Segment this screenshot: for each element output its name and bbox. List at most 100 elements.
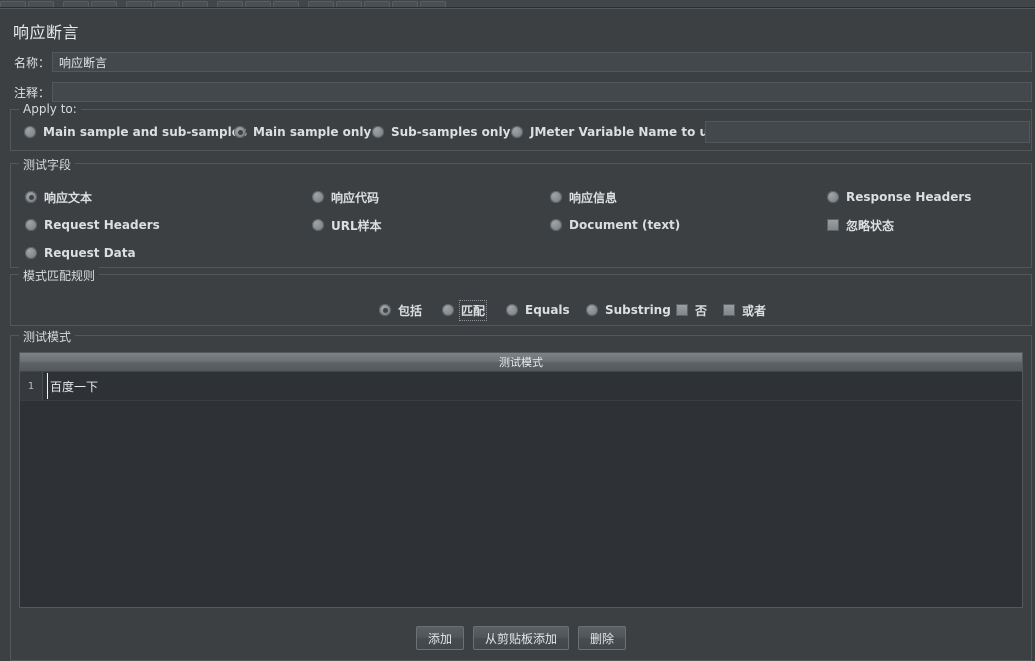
checkbox-icon	[676, 304, 688, 316]
radio-label: Request Data	[44, 246, 136, 260]
checkbox-label: 否	[695, 303, 708, 318]
table-column-header[interactable]: 测试模式	[20, 353, 1022, 372]
checkbox-icon	[827, 219, 839, 231]
radio-label: URL样本	[331, 218, 382, 233]
toolbar-button[interactable]	[392, 1, 418, 7]
toolbar-button[interactable]	[28, 1, 54, 7]
pattern-cell-input[interactable]: 百度一下	[43, 372, 1022, 400]
toolbar-separator	[56, 1, 63, 7]
toolbar-button[interactable]	[217, 1, 243, 7]
radio-response-message[interactable]: 响应信息	[550, 188, 617, 206]
radio-icon	[827, 191, 839, 203]
toolbar-button[interactable]	[91, 1, 117, 7]
add-from-clipboard-button[interactable]: 从剪贴板添加	[472, 626, 569, 650]
radio-request-data[interactable]: Request Data	[25, 244, 136, 262]
toolbar-button[interactable]	[182, 1, 208, 7]
radio-document-text[interactable]: Document (text)	[550, 216, 680, 234]
radio-url-sample[interactable]: URL样本	[312, 216, 382, 234]
radio-response-text[interactable]: 响应文本	[25, 188, 92, 206]
radio-icon	[25, 247, 37, 259]
radio-sub-samples-only[interactable]: Sub-samples only	[372, 123, 510, 141]
checkbox-or[interactable]: 或者	[723, 301, 766, 319]
toolbar-button[interactable]	[63, 1, 89, 7]
assertion-panel: 响应断言 名称： 响应断言 注释： Apply to: Main sample …	[0, 8, 1035, 661]
radio-substring[interactable]: Substring	[586, 301, 671, 319]
comment-input[interactable]	[52, 82, 1032, 102]
radio-icon	[442, 304, 454, 316]
toolbar	[0, 0, 1035, 8]
delete-button[interactable]: 删除	[578, 626, 627, 650]
test-patterns-table[interactable]: 测试模式 1 百度一下	[19, 352, 1023, 608]
radio-equals[interactable]: Equals	[506, 301, 570, 319]
radio-icon	[550, 191, 562, 203]
radio-label: Main sample only	[253, 125, 372, 139]
toolbar-separator	[119, 1, 126, 7]
radio-main-sample-and-sub-samples[interactable]: Main sample and sub-samples	[24, 123, 247, 141]
add-button[interactable]: 添加	[415, 626, 464, 650]
radio-icon	[586, 304, 598, 316]
radio-icon	[511, 126, 523, 138]
checkbox-label: 或者	[742, 303, 767, 318]
radio-icon	[379, 304, 391, 316]
name-label: 名称：	[14, 55, 51, 70]
radio-response-headers[interactable]: Response Headers	[827, 188, 971, 206]
checkbox-label: 忽略状态	[846, 218, 895, 233]
radio-contains[interactable]: 包括	[379, 301, 422, 319]
radio-icon	[25, 219, 37, 231]
radio-label: 响应代码	[331, 190, 380, 205]
pattern-cell-value: 百度一下	[50, 379, 99, 394]
test-field-group: 测试字段 响应文本 响应代码 响应信息 Response Headers Req…	[10, 156, 1032, 268]
radio-label: Substring	[605, 303, 671, 317]
name-input[interactable]: 响应断言	[52, 52, 1032, 72]
toolbar-button[interactable]	[420, 1, 446, 7]
radio-label: Main sample and sub-samples	[43, 125, 248, 139]
radio-icon	[24, 126, 36, 138]
radio-label: Response Headers	[846, 190, 972, 204]
toolbar-button[interactable]	[245, 1, 271, 7]
apply-to-group: Apply to: Main sample and sub-samples Ma…	[10, 102, 1032, 151]
radio-label: 包括	[398, 303, 423, 318]
radio-label: Sub-samples only	[391, 125, 511, 139]
pattern-rules-group: 模式匹配规则 包括 匹配 Equals Substring 否 或者	[10, 267, 1032, 326]
toolbar-button[interactable]	[126, 1, 152, 7]
toolbar-separator	[301, 1, 308, 7]
radio-main-sample-only[interactable]: Main sample only	[234, 123, 371, 141]
radio-icon	[234, 126, 246, 138]
toolbar-button[interactable]	[154, 1, 180, 7]
text-caret	[47, 373, 48, 399]
jmeter-variable-input[interactable]	[705, 121, 1030, 143]
page-title: 响应断言	[13, 23, 80, 42]
test-field-group-title: 测试字段	[19, 156, 76, 173]
toolbar-button[interactable]	[273, 1, 299, 7]
toolbar-button[interactable]	[364, 1, 390, 7]
radio-label: JMeter Variable Name to use	[530, 125, 724, 139]
test-patterns-group-title: 测试模式	[19, 328, 76, 345]
comment-row: 注释：	[0, 81, 1035, 103]
checkbox-icon	[723, 304, 735, 316]
radio-matches[interactable]: 匹配	[442, 299, 488, 321]
checkbox-ignore-status[interactable]: 忽略状态	[827, 216, 894, 234]
pattern-buttons: 添加 从剪贴板添加 删除	[11, 618, 1031, 658]
radio-label: Equals	[525, 303, 570, 317]
comment-label: 注释：	[14, 85, 51, 100]
radio-label: 响应文本	[44, 190, 93, 205]
checkbox-not[interactable]: 否	[676, 301, 707, 319]
response-assertion-window: 响应断言 名称： 响应断言 注释： Apply to: Main sample …	[0, 0, 1035, 661]
toolbar-separator	[210, 1, 217, 7]
table-body[interactable]: 1 百度一下	[20, 372, 1022, 607]
radio-label: Document (text)	[569, 218, 681, 232]
radio-jmeter-variable-name[interactable]: JMeter Variable Name to use	[511, 123, 723, 141]
row-number: 1	[20, 372, 43, 400]
test-patterns-group: 测试模式 测试模式 1 百度一下 添加 从剪贴板添加 删除	[10, 328, 1032, 661]
radio-icon	[550, 219, 562, 231]
toolbar-button[interactable]	[336, 1, 362, 7]
table-row[interactable]: 1 百度一下	[20, 372, 1022, 401]
name-row: 名称： 响应断言	[0, 51, 1035, 73]
toolbar-button[interactable]	[0, 1, 26, 7]
radio-response-code[interactable]: 响应代码	[312, 188, 379, 206]
radio-icon	[372, 126, 384, 138]
radio-icon	[506, 304, 518, 316]
toolbar-button[interactable]	[308, 1, 334, 7]
radio-request-headers[interactable]: Request Headers	[25, 216, 160, 234]
radio-label: Request Headers	[44, 218, 160, 232]
